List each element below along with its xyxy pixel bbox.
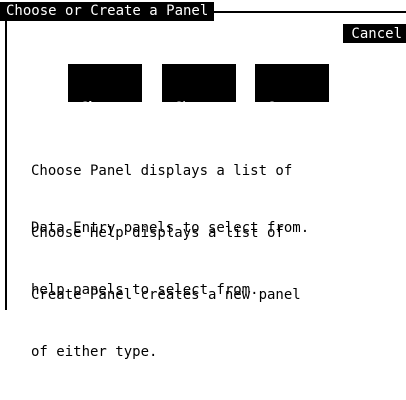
description-line: Create Panel creates a new panel xyxy=(31,287,301,303)
description-line: Choose Panel displays a list of xyxy=(31,163,293,179)
window-title: Choose or Create a Panel xyxy=(0,2,215,21)
window-frame-left xyxy=(5,11,7,310)
description-line: Choose Help displays a list of xyxy=(31,225,284,241)
choose-panel-button[interactable]: Choose Panel xyxy=(68,64,142,167)
description-line: of either type. xyxy=(31,344,158,360)
choose-panel-button-line1: Choose xyxy=(79,100,131,116)
create-panel-button[interactable]: Create Panel xyxy=(255,64,329,167)
choose-help-button-line1: Choose xyxy=(173,100,225,116)
create-panel-description: Create Panel creates a new panel of eith… xyxy=(31,248,401,400)
create-panel-button-line1: Create xyxy=(266,100,318,116)
cancel-button[interactable]: Cancel xyxy=(343,24,406,43)
choose-help-button[interactable]: Choose Help xyxy=(162,64,236,167)
panel-dialog: Choose or Create a Panel Cancel Choose P… xyxy=(0,0,406,360)
